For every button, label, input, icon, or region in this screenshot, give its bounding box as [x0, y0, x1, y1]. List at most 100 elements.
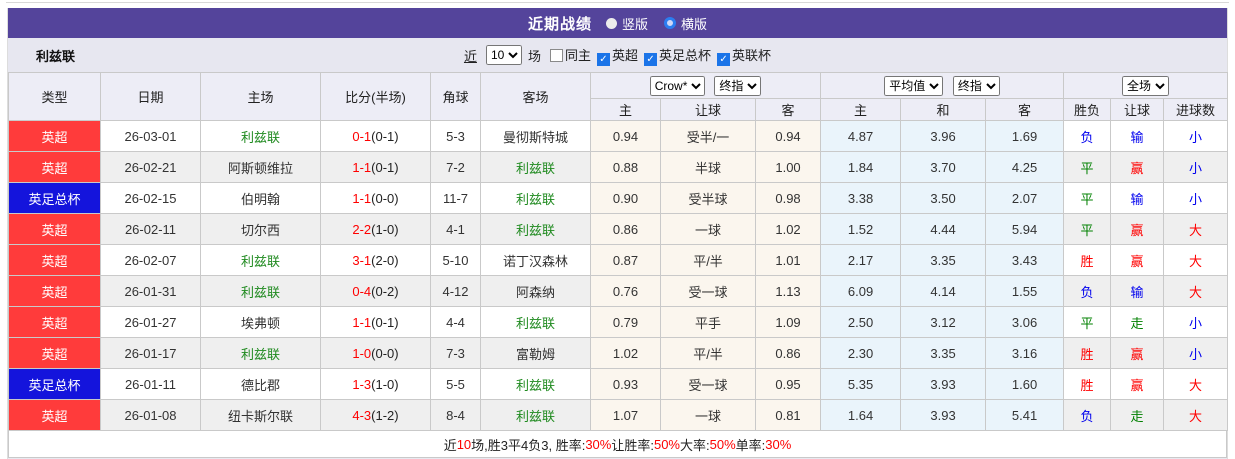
half-time-score: (0-2)	[371, 283, 399, 299]
summary-text: 场,胜3平4负3, 胜率:	[471, 437, 586, 453]
radio-label: 横版	[681, 16, 708, 32]
odds-away-cell: 1.09	[754, 306, 822, 338]
away-team-cell: 富勒姆	[480, 337, 591, 369]
half-time-score: (0-1)	[371, 314, 399, 330]
handicap-result-cell: 赢	[1110, 151, 1165, 183]
home-team-cell: 利兹联	[200, 275, 321, 307]
match-count-select[interactable]: 10	[485, 45, 522, 65]
home-team-cell: 利兹联	[200, 120, 321, 152]
table-row: 英超 26-01-08 纽卡斯尔联 4-3(1-2) 8-4 利兹联 1.07 一球 0.81 1…	[8, 399, 1229, 431]
handicap-result-cell: 输	[1110, 182, 1165, 214]
title-bar: 近期战绩 竖版 横版	[8, 8, 1227, 38]
full-time-score: 1-1	[352, 159, 372, 175]
avg-home-cell: 5.35	[820, 368, 902, 400]
checkbox-checked[interactable]: ✓	[597, 52, 610, 66]
odds-provider-select[interactable]: Crow*	[649, 75, 705, 96]
odds-away-cell: 0.98	[754, 182, 822, 214]
away-team-cell: 利兹联	[480, 306, 591, 338]
home-team-cell: 利兹联	[200, 244, 321, 276]
result-cell: 平	[1063, 213, 1112, 245]
page: 近期战绩 竖版 横版 利兹联 近 10 场 同主 ✓ 英超 ✓ 英足总杯 ✓ 英联杯 类型	[0, 0, 1235, 459]
avg-home-cell: 2.30	[820, 337, 902, 369]
date-cell: 26-01-31	[100, 275, 201, 307]
avg-away-cell: 3.16	[985, 337, 1065, 369]
full-time-score: 1-1	[352, 314, 372, 330]
sub-header-result: 胜负	[1063, 98, 1112, 121]
full-time-score: 2-2	[352, 221, 372, 237]
corner-cell: 4-12	[430, 275, 481, 307]
half-time-score: (0-1)	[371, 128, 399, 144]
date-cell: 26-01-27	[100, 306, 201, 338]
half-time-score: (0-1)	[371, 159, 399, 175]
avg-home-cell: 1.52	[820, 213, 902, 245]
goals-result-cell: 大	[1163, 368, 1229, 400]
odds-home-cell: 0.88	[590, 151, 661, 183]
competition-badge: 英超	[8, 120, 101, 152]
avg-away-cell: 1.60	[985, 368, 1065, 400]
competition-badge: 英超	[8, 306, 101, 338]
sub-header-avg-away: 客	[985, 98, 1065, 121]
corner-cell: 5-5	[430, 368, 481, 400]
avg-home-cell: 2.50	[820, 306, 902, 338]
odds-home-cell: 0.86	[590, 213, 661, 245]
avg-home-cell: 3.38	[820, 182, 902, 214]
result-cell: 平	[1063, 182, 1112, 214]
goals-result-cell: 小	[1163, 182, 1229, 214]
handicap-cell: 半球	[660, 151, 756, 183]
goals-result-cell: 小	[1163, 151, 1229, 183]
avg-draw-cell: 3.96	[900, 120, 987, 152]
corner-cell: 11-7	[430, 182, 481, 214]
scope-group-header: 全场	[1063, 72, 1229, 99]
average-select[interactable]: 平均值	[884, 75, 944, 96]
half-time-score: (1-2)	[371, 407, 399, 423]
avg-draw-cell: 3.12	[900, 306, 987, 338]
away-team-cell: 利兹联	[480, 182, 591, 214]
recent-results-panel: 近期战绩 竖版 横版 利兹联 近 10 场 同主 ✓ 英超 ✓ 英足总杯 ✓ 英联杯 类型	[7, 8, 1229, 459]
handicap-result-cell: 走	[1110, 306, 1165, 338]
near-link[interactable]: 近	[464, 46, 477, 65]
corner-cell: 7-2	[430, 151, 481, 183]
handicap-result-cell: 输	[1110, 275, 1165, 307]
summary-text: 单率:	[735, 437, 766, 453]
filter-bar: 利兹联 近 10 场 同主 ✓ 英超 ✓ 英足总杯 ✓ 英联杯	[8, 38, 1227, 72]
goals-result-cell: 小	[1163, 337, 1229, 369]
score-cell: 0-4(0-2)	[320, 275, 431, 307]
summary-stat-value: 50%	[709, 436, 736, 452]
table-header: 类型 日期 主场 比分(半场) 角球 客场 Crow* 终指 平均值 终指 全场…	[8, 72, 1229, 121]
competition-badge: 英超	[8, 151, 101, 183]
checkbox-checked[interactable]: ✓	[644, 52, 658, 66]
average-stage-select[interactable]: 终指	[952, 75, 1000, 96]
sub-header-avg-home: 主	[820, 98, 902, 121]
handicap-cell: 一球	[660, 399, 756, 431]
table-body: 英超 26-03-01 利兹联 0-1(0-1) 5-3 曼彻斯特城 0.94 受半/一 0.9…	[8, 120, 1229, 431]
summary-text: 大率:	[680, 437, 710, 453]
away-team-cell: 利兹联	[480, 213, 591, 245]
radio-icon[interactable]	[664, 17, 676, 29]
avg-draw-cell: 4.14	[900, 275, 987, 307]
avg-home-cell: 4.87	[820, 120, 902, 152]
score-cell: 4-3(1-2)	[320, 399, 431, 431]
handicap-cell: 受一球	[660, 275, 756, 307]
corner-cell: 8-4	[430, 399, 481, 431]
corner-cell: 4-1	[430, 213, 481, 245]
goals-result-cell: 小	[1163, 120, 1229, 152]
checkbox-checked[interactable]: ✓	[717, 52, 731, 66]
odds-stage-select[interactable]: 终指	[714, 75, 762, 96]
avg-away-cell: 2.07	[985, 182, 1065, 214]
full-time-score: 0-1	[352, 128, 372, 144]
result-cell: 胜	[1063, 244, 1112, 276]
avg-away-cell: 5.94	[985, 213, 1065, 245]
competition-badge: 英超	[8, 337, 101, 369]
checkbox-unchecked[interactable]	[549, 48, 563, 62]
away-team-cell: 利兹联	[480, 399, 591, 431]
layout-radio-vertical[interactable]: 竖版	[605, 14, 648, 33]
date-cell: 26-01-17	[100, 337, 201, 369]
home-team-cell: 伯明翰	[200, 182, 321, 214]
table-row: 英超 26-03-01 利兹联 0-1(0-1) 5-3 曼彻斯特城 0.94 受半/一 0.9…	[8, 120, 1229, 152]
match-scope-select[interactable]: 全场	[1122, 75, 1170, 96]
layout-radio-horizontal[interactable]: 横版	[664, 14, 707, 33]
radio-icon[interactable]	[605, 17, 617, 29]
avg-draw-cell: 4.44	[900, 213, 987, 245]
odds-home-cell: 0.90	[590, 182, 661, 214]
handicap-cell: 受半/一	[660, 120, 756, 152]
